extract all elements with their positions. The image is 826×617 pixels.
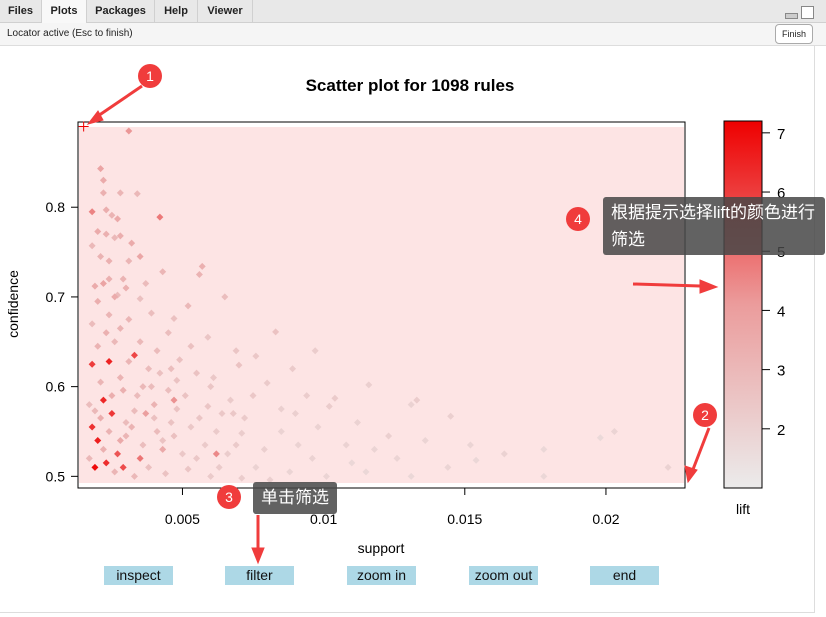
annotation-badge-3: 3 — [217, 485, 241, 509]
scatter-chart[interactable]: Scatter plot for 1098 rules 0.005 0.01 0.0… — [0, 0, 826, 617]
legend-tick-label: 3 — [777, 363, 785, 380]
x-tick-label: 0.015 — [447, 511, 482, 527]
y-axis-label: confidence — [5, 270, 21, 338]
tooltip-lift-color: 根据提示选择lift的颜色进行筛选 — [603, 197, 825, 255]
end-button[interactable]: end — [590, 566, 659, 585]
arrow-3-head — [251, 547, 265, 565]
legend-tick-label: 7 — [777, 126, 785, 143]
zoom-out-button[interactable]: zoom out — [469, 566, 538, 585]
arrow-2 — [690, 427, 711, 473]
y-tick-label: 0.8 — [46, 199, 66, 215]
plot-background — [79, 127, 684, 483]
lift-color-legend[interactable] — [723, 120, 763, 489]
y-tick-label: 0.5 — [46, 468, 66, 484]
legend-tick-label: 2 — [777, 422, 785, 439]
annotation-badge-2: 2 — [693, 403, 717, 427]
x-axis-label: support — [358, 540, 405, 556]
zoom-in-button[interactable]: zoom in — [347, 566, 416, 585]
legend-tick-label: 4 — [777, 303, 785, 320]
legend-title: lift — [736, 501, 750, 517]
y-tick-label: 0.6 — [46, 379, 66, 395]
arrow-4 — [632, 282, 701, 288]
x-tick-label: 0.02 — [592, 511, 619, 527]
arrow-4-head — [699, 279, 719, 294]
x-tick-label: 0.005 — [165, 511, 200, 527]
chart-title: Scatter plot for 1098 rules — [306, 76, 515, 95]
arrow-2-head — [684, 465, 698, 484]
annotation-badge-4: 4 — [566, 207, 590, 231]
filter-button[interactable]: filter — [225, 566, 294, 585]
annotation-badge-1: 1 — [138, 64, 162, 88]
tooltip-filter: 单击筛选 — [253, 482, 337, 514]
inspect-button[interactable]: inspect — [104, 566, 173, 585]
arrow-1 — [94, 84, 143, 120]
y-tick-label: 0.7 — [46, 289, 66, 305]
